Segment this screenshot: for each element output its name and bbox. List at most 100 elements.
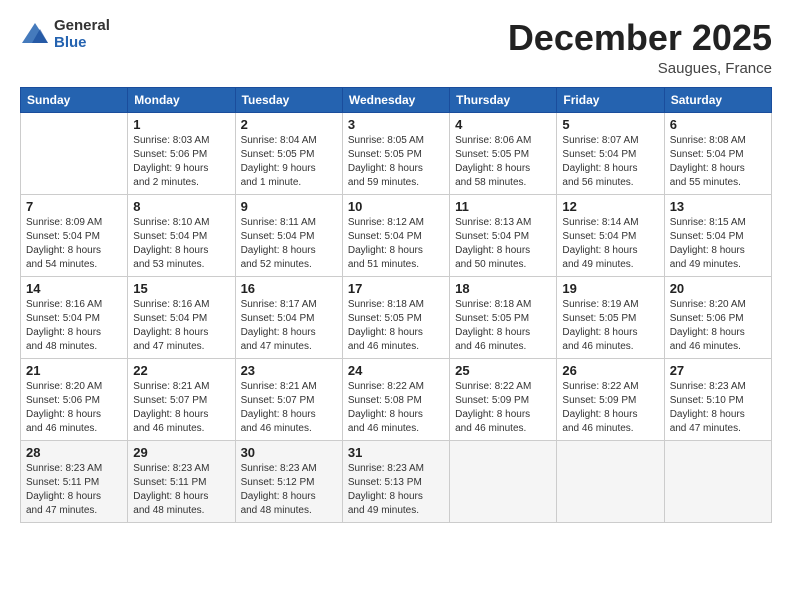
day-number: 21 bbox=[26, 363, 122, 378]
day-info: Sunrise: 8:06 AMSunset: 5:05 PMDaylight:… bbox=[455, 134, 551, 190]
calendar-week-5: 28 Sunrise: 8:23 AMSunset: 5:11 PMDayligh… bbox=[21, 440, 772, 522]
calendar-cell: 10 Sunrise: 8:12 AMSunset: 5:04 PMDayligh… bbox=[342, 194, 449, 276]
calendar-cell: 13Sunrise: 8:15 AMSunset: 5:04 PMDayligh… bbox=[664, 194, 771, 276]
day-info: Sunrise: 8:23 AMSunset: 5:11 PMDaylight:… bbox=[133, 462, 229, 518]
day-info: Sunrise: 8:03 AMSunset: 5:06 PMDaylight:… bbox=[133, 134, 229, 190]
calendar-cell: 16 Sunrise: 8:17 AMSunset: 5:04 PMDayligh… bbox=[235, 276, 342, 358]
day-info: Sunrise: 8:23 AMSunset: 5:13 PMDaylight:… bbox=[348, 462, 444, 518]
calendar-cell bbox=[21, 112, 128, 194]
calendar-cell: 14 Sunrise: 8:16 AMSunset: 5:04 PMDayligh… bbox=[21, 276, 128, 358]
day-number: 6 bbox=[670, 117, 766, 132]
location: Saugues, France bbox=[508, 60, 772, 77]
day-number: 27 bbox=[670, 363, 766, 378]
logo-icon bbox=[20, 21, 50, 49]
title-block: December 2025 Saugues, France bbox=[508, 18, 772, 77]
day-number: 25 bbox=[455, 363, 551, 378]
calendar-cell: 4 Sunrise: 8:06 AMSunset: 5:05 PMDaylight… bbox=[450, 112, 557, 194]
day-info: Sunrise: 8:23 AMSunset: 5:11 PMDaylight:… bbox=[26, 462, 122, 518]
calendar-cell: 3 Sunrise: 8:05 AMSunset: 5:05 PMDaylight… bbox=[342, 112, 449, 194]
day-number: 5 bbox=[562, 117, 658, 132]
day-number: 15 bbox=[133, 281, 229, 296]
day-number: 31 bbox=[348, 445, 444, 460]
day-info: Sunrise: 8:23 AMSunset: 5:10 PMDaylight:… bbox=[670, 380, 766, 436]
day-info: Sunrise: 8:22 AMSunset: 5:09 PMDaylight:… bbox=[562, 380, 658, 436]
day-info: Sunrise: 8:05 AMSunset: 5:05 PMDaylight:… bbox=[348, 134, 444, 190]
weekday-header-row: SundayMondayTuesdayWednesdayThursdayFrid… bbox=[21, 87, 772, 112]
day-number: 14 bbox=[26, 281, 122, 296]
day-number: 20 bbox=[670, 281, 766, 296]
day-number: 8 bbox=[133, 199, 229, 214]
day-info: Sunrise: 8:13 AMSunset: 5:04 PMDaylight:… bbox=[455, 216, 551, 272]
calendar-week-3: 14 Sunrise: 8:16 AMSunset: 5:04 PMDayligh… bbox=[21, 276, 772, 358]
calendar-cell: 18Sunrise: 8:18 AMSunset: 5:05 PMDayligh… bbox=[450, 276, 557, 358]
day-number: 16 bbox=[241, 281, 337, 296]
calendar-cell: 28 Sunrise: 8:23 AMSunset: 5:11 PMDayligh… bbox=[21, 440, 128, 522]
day-info: Sunrise: 8:16 AMSunset: 5:04 PMDaylight:… bbox=[133, 298, 229, 354]
day-number: 1 bbox=[133, 117, 229, 132]
day-number: 10 bbox=[348, 199, 444, 214]
day-info: Sunrise: 8:20 AMSunset: 5:06 PMDaylight:… bbox=[26, 380, 122, 436]
calendar-week-4: 21 Sunrise: 8:20 AMSunset: 5:06 PMDayligh… bbox=[21, 358, 772, 440]
calendar-cell: 22 Sunrise: 8:21 AMSunset: 5:07 PMDayligh… bbox=[128, 358, 235, 440]
day-info: Sunrise: 8:22 AMSunset: 5:08 PMDaylight:… bbox=[348, 380, 444, 436]
calendar-cell: 11 Sunrise: 8:13 AMSunset: 5:04 PMDayligh… bbox=[450, 194, 557, 276]
day-number: 26 bbox=[562, 363, 658, 378]
calendar-table: SundayMondayTuesdayWednesdayThursdayFrid… bbox=[20, 87, 772, 523]
weekday-header-monday: Monday bbox=[128, 87, 235, 112]
calendar-cell: 25 Sunrise: 8:22 AMSunset: 5:09 PMDayligh… bbox=[450, 358, 557, 440]
day-info: Sunrise: 8:10 AMSunset: 5:04 PMDaylight:… bbox=[133, 216, 229, 272]
day-info: Sunrise: 8:23 AMSunset: 5:12 PMDaylight:… bbox=[241, 462, 337, 518]
day-info: Sunrise: 8:18 AMSunset: 5:05 PMDaylight:… bbox=[455, 298, 551, 354]
calendar-cell: 27 Sunrise: 8:23 AMSunset: 5:10 PMDayligh… bbox=[664, 358, 771, 440]
calendar-cell: 17Sunrise: 8:18 AMSunset: 5:05 PMDayligh… bbox=[342, 276, 449, 358]
day-info: Sunrise: 8:17 AMSunset: 5:04 PMDaylight:… bbox=[241, 298, 337, 354]
logo: General Blue bbox=[20, 18, 110, 51]
calendar-cell: 31 Sunrise: 8:23 AMSunset: 5:13 PMDayligh… bbox=[342, 440, 449, 522]
header: General Blue December 2025 Saugues, Fran… bbox=[20, 18, 772, 77]
calendar-cell: 26 Sunrise: 8:22 AMSunset: 5:09 PMDayligh… bbox=[557, 358, 664, 440]
day-info: Sunrise: 8:16 AMSunset: 5:04 PMDaylight:… bbox=[26, 298, 122, 354]
calendar-cell: 21 Sunrise: 8:20 AMSunset: 5:06 PMDayligh… bbox=[21, 358, 128, 440]
calendar-cell: 19Sunrise: 8:19 AMSunset: 5:05 PMDayligh… bbox=[557, 276, 664, 358]
day-number: 19 bbox=[562, 281, 658, 296]
logo-blue-text: Blue bbox=[54, 35, 110, 52]
weekday-header-sunday: Sunday bbox=[21, 87, 128, 112]
month-title: December 2025 bbox=[508, 18, 772, 58]
day-number: 17 bbox=[348, 281, 444, 296]
weekday-header-thursday: Thursday bbox=[450, 87, 557, 112]
logo-general-text: General bbox=[54, 18, 110, 35]
day-number: 4 bbox=[455, 117, 551, 132]
day-number: 3 bbox=[348, 117, 444, 132]
calendar-cell: 23Sunrise: 8:21 AMSunset: 5:07 PMDayligh… bbox=[235, 358, 342, 440]
day-number: 24 bbox=[348, 363, 444, 378]
day-number: 30 bbox=[241, 445, 337, 460]
calendar-cell: 15 Sunrise: 8:16 AMSunset: 5:04 PMDayligh… bbox=[128, 276, 235, 358]
calendar-cell: 9Sunrise: 8:11 AMSunset: 5:04 PMDaylight… bbox=[235, 194, 342, 276]
calendar-cell: 7Sunrise: 8:09 AMSunset: 5:04 PMDaylight… bbox=[21, 194, 128, 276]
day-info: Sunrise: 8:11 AMSunset: 5:04 PMDaylight:… bbox=[241, 216, 337, 272]
day-number: 12 bbox=[562, 199, 658, 214]
calendar-cell bbox=[450, 440, 557, 522]
day-number: 11 bbox=[455, 199, 551, 214]
weekday-header-friday: Friday bbox=[557, 87, 664, 112]
day-number: 13 bbox=[670, 199, 766, 214]
day-info: Sunrise: 8:09 AMSunset: 5:04 PMDaylight:… bbox=[26, 216, 122, 272]
day-info: Sunrise: 8:04 AMSunset: 5:05 PMDaylight:… bbox=[241, 134, 337, 190]
calendar-cell: 12Sunrise: 8:14 AMSunset: 5:04 PMDayligh… bbox=[557, 194, 664, 276]
day-number: 28 bbox=[26, 445, 122, 460]
day-number: 29 bbox=[133, 445, 229, 460]
calendar-cell: 29 Sunrise: 8:23 AMSunset: 5:11 PMDayligh… bbox=[128, 440, 235, 522]
calendar-cell: 30 Sunrise: 8:23 AMSunset: 5:12 PMDayligh… bbox=[235, 440, 342, 522]
logo-text: General Blue bbox=[54, 18, 110, 51]
calendar-week-2: 7Sunrise: 8:09 AMSunset: 5:04 PMDaylight… bbox=[21, 194, 772, 276]
weekday-header-tuesday: Tuesday bbox=[235, 87, 342, 112]
calendar-cell bbox=[664, 440, 771, 522]
day-number: 23 bbox=[241, 363, 337, 378]
day-info: Sunrise: 8:21 AMSunset: 5:07 PMDaylight:… bbox=[133, 380, 229, 436]
day-number: 22 bbox=[133, 363, 229, 378]
calendar-cell: 1 Sunrise: 8:03 AMSunset: 5:06 PMDaylight… bbox=[128, 112, 235, 194]
day-info: Sunrise: 8:22 AMSunset: 5:09 PMDaylight:… bbox=[455, 380, 551, 436]
weekday-header-saturday: Saturday bbox=[664, 87, 771, 112]
day-info: Sunrise: 8:12 AMSunset: 5:04 PMDaylight:… bbox=[348, 216, 444, 272]
calendar-cell: 8 Sunrise: 8:10 AMSunset: 5:04 PMDaylight… bbox=[128, 194, 235, 276]
